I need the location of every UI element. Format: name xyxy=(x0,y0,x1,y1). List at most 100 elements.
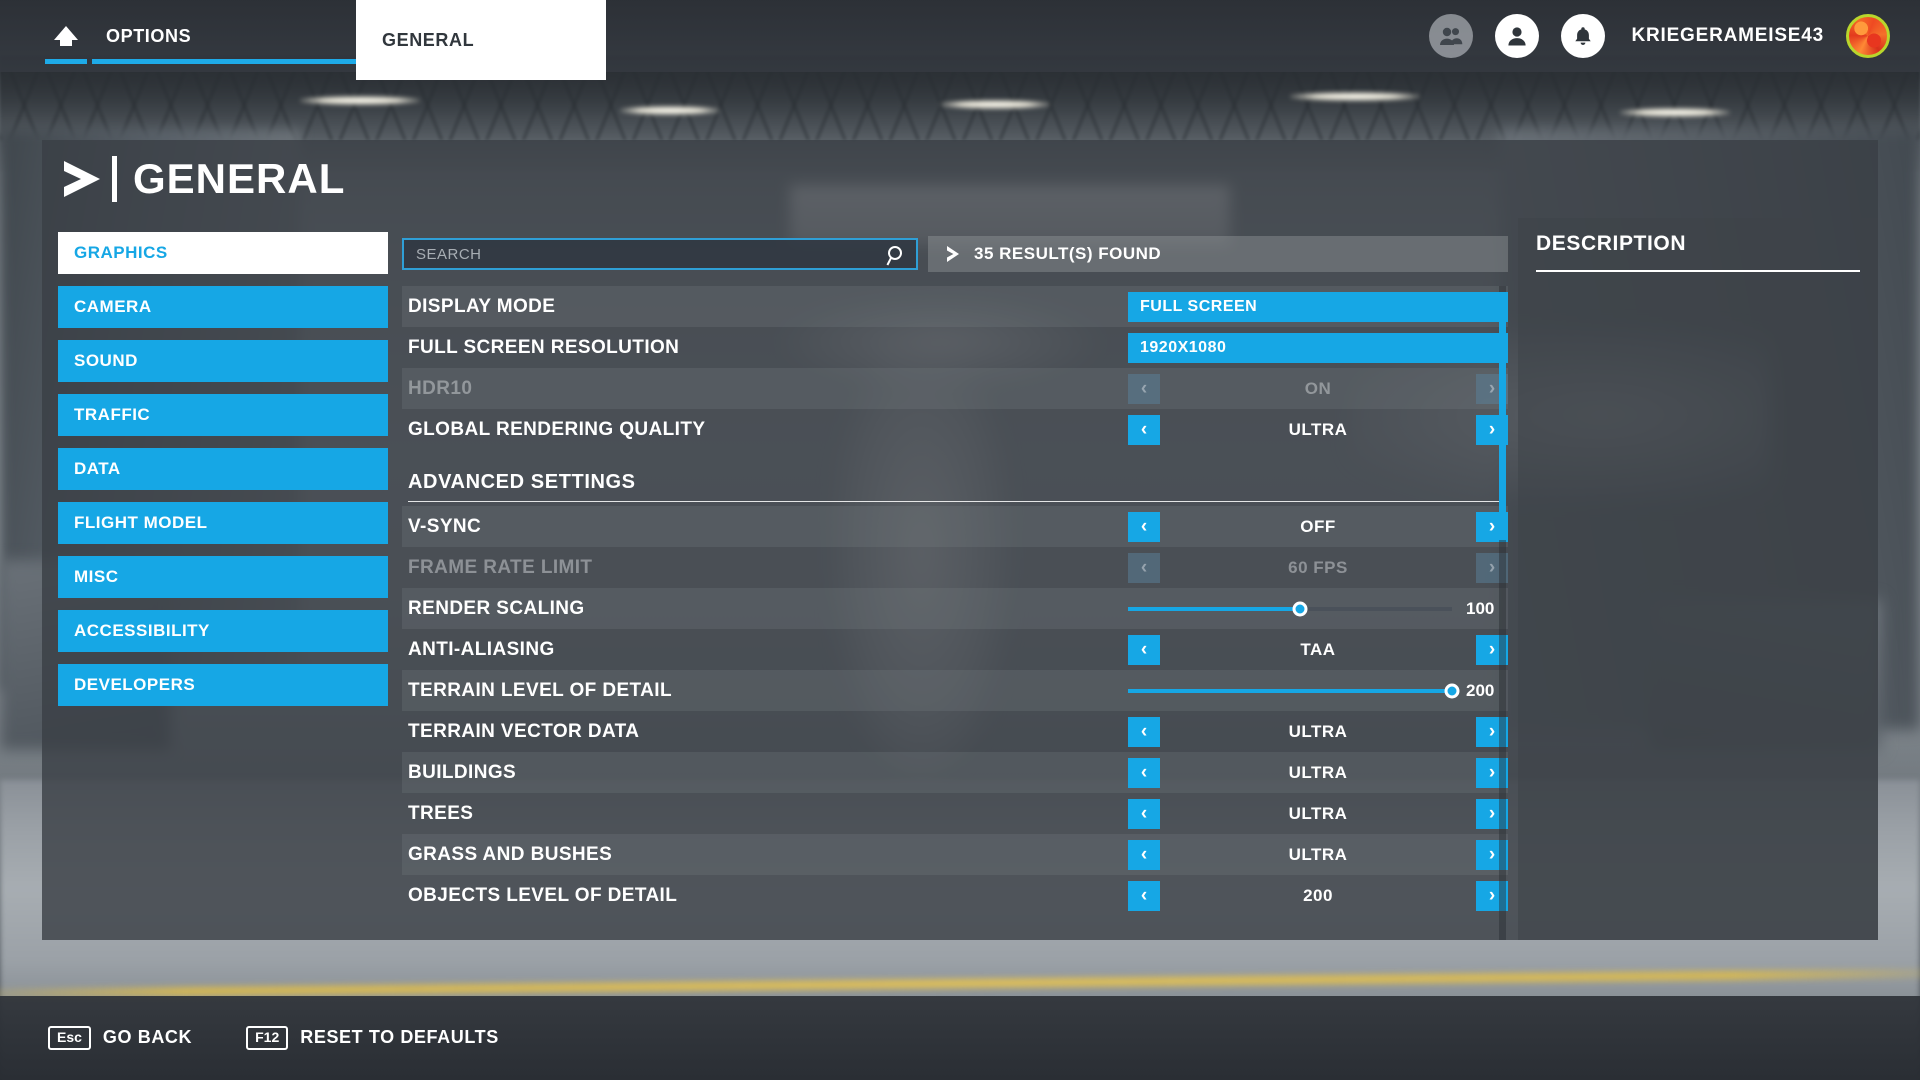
slider-knob[interactable] xyxy=(1444,683,1460,698)
description-panel: DESCRIPTION xyxy=(1518,218,1878,940)
stepper-anti-aliasing: ‹ TAA › xyxy=(1128,634,1508,665)
stepper-prev-button: ‹ xyxy=(1128,552,1160,583)
settings-scrollbar[interactable] xyxy=(1499,286,1506,940)
chevron-right-icon xyxy=(64,161,100,197)
tab-options[interactable]: OPTIONS xyxy=(92,0,356,72)
slider-fill xyxy=(1128,606,1300,611)
slider-terrain-level-of-detail[interactable]: 200 xyxy=(1128,681,1508,701)
tab-general-label: GENERAL xyxy=(382,29,475,50)
username-label: KRIEGERAMEISE43 xyxy=(1631,25,1824,46)
stepper-frame-rate-limit: ‹ 60 FPS › xyxy=(1128,552,1508,583)
notifications-button[interactable] xyxy=(1561,14,1606,58)
stepper-value: ULTRA xyxy=(1288,803,1348,823)
dropdown-display-mode[interactable]: FULL SCREEN xyxy=(1128,291,1508,322)
setting-row-full-screen-resolution[interactable]: FULL SCREEN RESOLUTION 1920X1080 xyxy=(402,327,1508,368)
setting-label: ANTI-ALIASING xyxy=(408,638,555,660)
sidebar-item-developers[interactable]: DEVELOPERS xyxy=(58,664,388,706)
key-cap: Esc xyxy=(48,1026,91,1050)
setting-row-buildings[interactable]: BUILDINGS ‹ ULTRA › xyxy=(402,752,1508,793)
stepper-prev-button[interactable]: ‹ xyxy=(1128,798,1160,829)
search-icon[interactable] xyxy=(884,244,906,268)
scrollbar-thumb[interactable] xyxy=(1499,292,1506,540)
slider-render-scaling[interactable]: 100 xyxy=(1128,599,1508,619)
sidebar-item-graphics[interactable]: GRAPHICS xyxy=(58,232,388,274)
setting-row-terrain-vector-data[interactable]: TERRAIN VECTOR DATA ‹ ULTRA › xyxy=(402,711,1508,752)
footer-hint-label: GO BACK xyxy=(102,1027,193,1048)
setting-row-grass-and-bushes[interactable]: GRASS AND BUSHES ‹ ULTRA › xyxy=(402,834,1508,875)
profile-button[interactable] xyxy=(1495,14,1540,58)
results-bar: 35 RESULT(S) FOUND xyxy=(928,236,1508,272)
footer-hint-reset-to-defaults[interactable]: F12 RESET TO DEFAULTS xyxy=(246,1026,499,1050)
results-count-label: 35 RESULT(S) FOUND xyxy=(974,244,1162,263)
footer-hint-go-back[interactable]: Esc GO BACK xyxy=(48,1026,192,1050)
sidebar-item-accessibility[interactable]: ACCESSIBILITY xyxy=(58,610,388,652)
stepper-prev-button[interactable]: ‹ xyxy=(1128,880,1160,911)
setting-row-trees[interactable]: TREES ‹ ULTRA › xyxy=(402,793,1508,834)
sidebar-item-label: SOUND xyxy=(74,351,138,370)
tab-options-underline xyxy=(92,59,356,64)
stepper-prev-button[interactable]: ‹ xyxy=(1128,839,1160,870)
friends-button[interactable] xyxy=(1429,14,1474,58)
sidebar-item-label: TRAFFIC xyxy=(74,405,151,424)
slider-track[interactable] xyxy=(1128,601,1452,616)
dropdown-value: FULL SCREEN xyxy=(1140,297,1258,315)
setting-label: HDR10 xyxy=(408,377,473,399)
settings-column: SEARCH 35 RESULT(S) FOUND DISPLAY MODE FU… xyxy=(402,218,1508,940)
setting-row-terrain-level-of-detail[interactable]: TERRAIN LEVEL OF DETAIL 200 xyxy=(402,670,1508,711)
sidebar-item-camera[interactable]: CAMERA xyxy=(58,286,388,328)
setting-row-hdr10[interactable]: HDR10 ‹ ON › xyxy=(402,368,1508,409)
sidebar: GRAPHICS CAMERA SOUND TRAFFIC DATA FLIGHT MOD… xyxy=(58,218,388,940)
top-navigation-bar: OPTIONS GENERAL KRIEGERAMEISE43 xyxy=(0,0,1920,80)
ceiling-lamp xyxy=(1290,92,1420,101)
setting-row-render-scaling[interactable]: RENDER SCALING 100 xyxy=(402,588,1508,629)
setting-label: FULL SCREEN RESOLUTION xyxy=(408,336,680,358)
setting-label: GRASS AND BUSHES xyxy=(408,843,613,865)
setting-row-display-mode[interactable]: DISPLAY MODE FULL SCREEN xyxy=(402,286,1508,327)
ceiling-lamp xyxy=(620,106,720,115)
sidebar-item-traffic[interactable]: TRAFFIC xyxy=(58,394,388,436)
setting-label: RENDER SCALING xyxy=(408,597,585,619)
stepper-value: ULTRA xyxy=(1288,844,1348,864)
setting-label: DISPLAY MODE xyxy=(408,295,556,317)
setting-label: TREES xyxy=(408,802,474,824)
stepper-prev-button[interactable]: ‹ xyxy=(1128,757,1160,788)
search-row: SEARCH 35 RESULT(S) FOUND xyxy=(402,232,1508,276)
header-icon-group: KRIEGERAMEISE43 xyxy=(1429,0,1890,72)
setting-label: FRAME RATE LIMIT xyxy=(408,556,593,578)
setting-label: OBJECTS LEVEL OF DETAIL xyxy=(408,884,678,906)
dropdown-full-screen-resolution[interactable]: 1920X1080 xyxy=(1128,332,1508,363)
ceiling-lamp xyxy=(1620,108,1730,117)
slider-track[interactable] xyxy=(1128,683,1460,698)
stepper-value: ULTRA xyxy=(1288,419,1348,439)
description-title: DESCRIPTION xyxy=(1536,232,1687,255)
sidebar-item-flight-model[interactable]: FLIGHT MODEL xyxy=(58,502,388,544)
sidebar-item-sound[interactable]: SOUND xyxy=(58,340,388,382)
avatar[interactable] xyxy=(1846,14,1890,58)
stepper-prev-button[interactable]: ‹ xyxy=(1128,414,1160,445)
footer-hint-label: RESET TO DEFAULTS xyxy=(300,1027,499,1048)
options-panel: GENERAL GRAPHICS CAMERA SOUND TRAFFIC DATA FL… xyxy=(42,140,1878,940)
setting-row-objects-level-of-detail[interactable]: OBJECTS LEVEL OF DETAIL ‹ 200 › xyxy=(402,875,1508,916)
tab-general[interactable]: GENERAL xyxy=(356,0,606,80)
search-input[interactable]: SEARCH xyxy=(402,238,918,270)
setting-row-v-sync[interactable]: V-SYNC ‹ OFF › xyxy=(402,506,1508,547)
search-placeholder: SEARCH xyxy=(416,245,482,263)
stepper-prev-button[interactable]: ‹ xyxy=(1128,511,1160,542)
setting-row-global-rendering-quality[interactable]: GLOBAL RENDERING QUALITY ‹ ULTRA › xyxy=(402,409,1508,450)
bell-icon xyxy=(1575,27,1592,45)
setting-row-anti-aliasing[interactable]: ANTI-ALIASING ‹ TAA › xyxy=(402,629,1508,670)
home-button[interactable] xyxy=(40,0,92,72)
stepper-value: 60 FPS xyxy=(1288,557,1348,577)
stepper-prev-button[interactable]: ‹ xyxy=(1128,716,1160,747)
stepper-value: ULTRA xyxy=(1288,762,1348,782)
sidebar-item-misc[interactable]: MISC xyxy=(58,556,388,598)
setting-row-frame-rate-limit[interactable]: FRAME RATE LIMIT ‹ 60 FPS › xyxy=(402,547,1508,588)
sidebar-item-label: CAMERA xyxy=(74,297,152,316)
settings-list[interactable]: DISPLAY MODE FULL SCREEN FULL SCREEN RESOL… xyxy=(402,286,1508,940)
chevron-right-icon xyxy=(947,246,959,262)
slider-knob[interactable] xyxy=(1292,601,1308,616)
stepper-prev-button[interactable]: ‹ xyxy=(1128,634,1160,665)
setting-label: GLOBAL RENDERING QUALITY xyxy=(408,418,706,440)
slider-fill xyxy=(1128,688,1452,693)
sidebar-item-data[interactable]: DATA xyxy=(58,448,388,490)
